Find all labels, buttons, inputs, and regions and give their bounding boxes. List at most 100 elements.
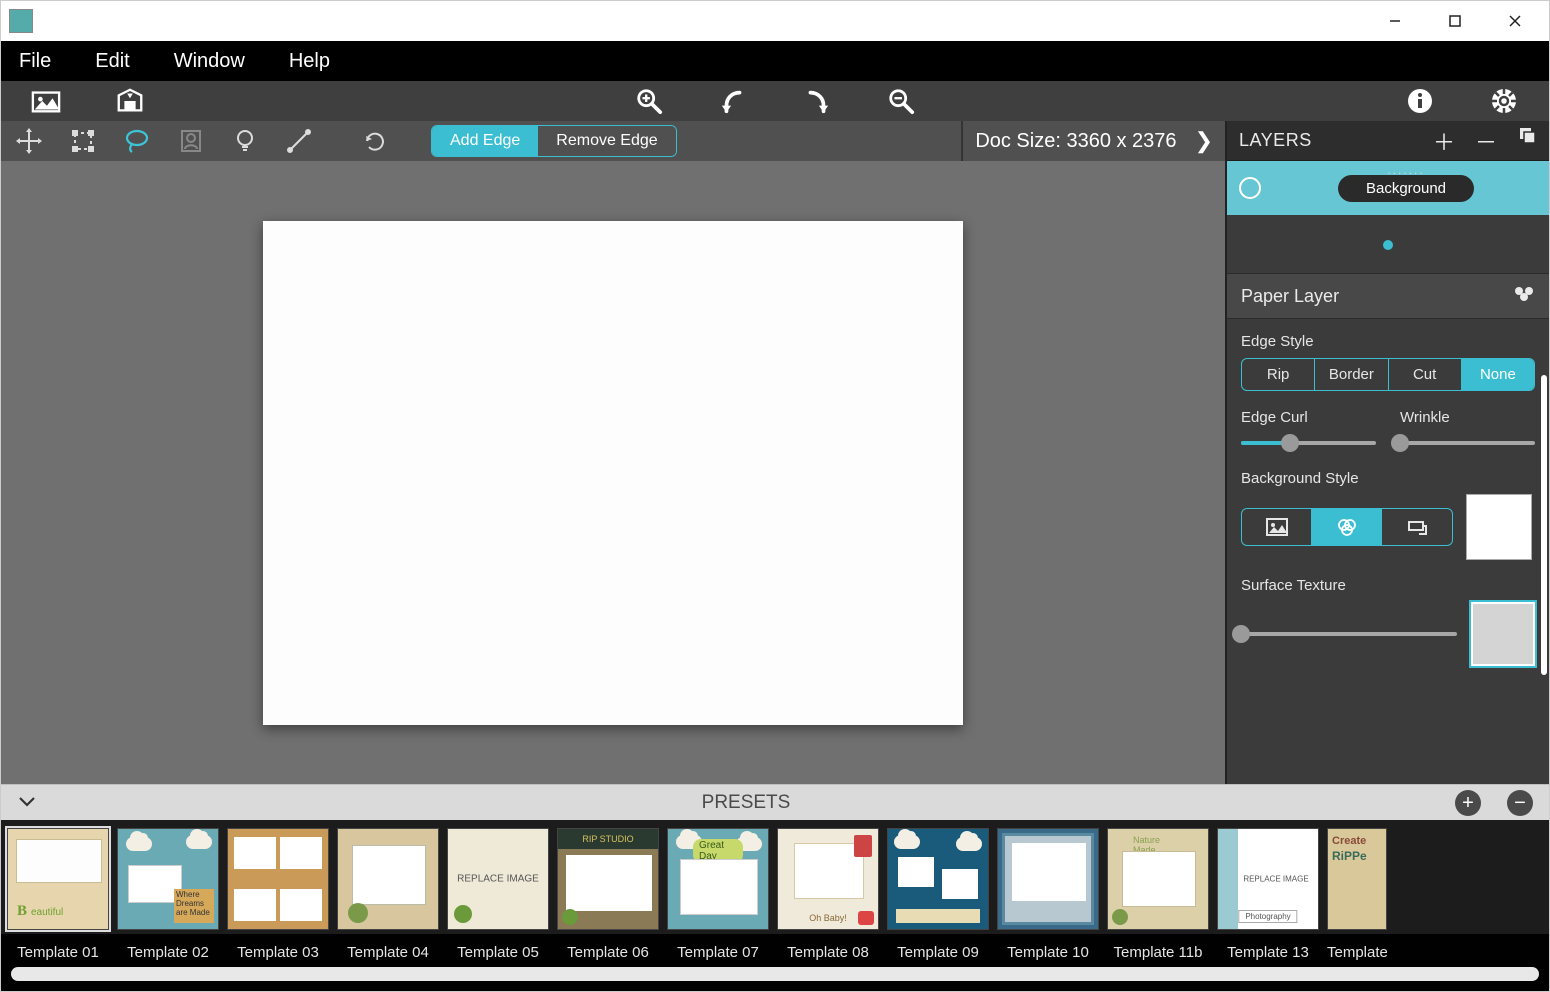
doc-size: Doc Size: 3360 x 2376 ❯ xyxy=(961,121,1225,161)
info-icon[interactable] xyxy=(1405,87,1435,115)
layers-actions: ＋ － xyxy=(1433,125,1537,157)
edge-curl-slider[interactable] xyxy=(1241,434,1376,452)
panel-menu-icon[interactable] xyxy=(1513,285,1535,308)
undo-icon[interactable] xyxy=(718,87,748,115)
preset-thumb[interactable] xyxy=(337,828,439,930)
edge-curl-label: Edge Curl xyxy=(1241,409,1376,426)
bg-color-swatch[interactable] xyxy=(1467,495,1531,559)
layer-label: Background xyxy=(1338,175,1474,202)
portrait-tool-icon[interactable] xyxy=(177,127,205,155)
menu-window[interactable]: Window xyxy=(174,50,245,73)
redo-icon[interactable] xyxy=(802,87,832,115)
bg-style-color[interactable] xyxy=(1312,509,1382,545)
menu-edit[interactable]: Edit xyxy=(95,50,129,73)
preset-thumb[interactable] xyxy=(227,828,329,930)
panel-section-header: Paper Layer xyxy=(1227,273,1549,319)
zoom-out-icon[interactable] xyxy=(886,87,916,115)
duplicate-layer-icon[interactable] xyxy=(1517,125,1537,157)
background-style-label: Background Style xyxy=(1241,470,1535,487)
titlebar xyxy=(1,1,1549,41)
maximize-button[interactable] xyxy=(1425,3,1485,39)
preset-thumb[interactable]: REPLACE IMAGE xyxy=(447,828,549,930)
bg-style-paint[interactable] xyxy=(1382,509,1452,545)
panel-body: Edge Style Rip Border Cut None Edge Curl xyxy=(1227,319,1549,686)
preset-label: Template 03 xyxy=(227,944,329,961)
preset-thumb[interactable] xyxy=(887,828,989,930)
panel-scrollbar[interactable] xyxy=(1541,375,1547,675)
surface-texture-slider[interactable] xyxy=(1241,625,1457,643)
add-layer-icon[interactable]: ＋ xyxy=(1433,125,1455,157)
preset-thumb[interactable]: Create RiPPe xyxy=(1327,828,1387,930)
doc-size-label: Doc Size: 3360 x 2376 xyxy=(975,130,1176,153)
preset-thumb[interactable]: RIP STUDIO xyxy=(557,828,659,930)
canvas-stage[interactable] xyxy=(1,161,1225,784)
paper-canvas[interactable] xyxy=(263,221,963,725)
presets-collapse-icon[interactable] xyxy=(17,791,37,814)
zoom-in-icon[interactable] xyxy=(634,87,664,115)
wrinkle-field: Wrinkle xyxy=(1400,409,1535,452)
lasso-tool-icon[interactable] xyxy=(123,127,151,155)
preset-thumb[interactable]: Nature Made xyxy=(1107,828,1209,930)
edge-style-label: Edge Style xyxy=(1241,333,1535,350)
preset-thumb[interactable] xyxy=(997,828,1099,930)
preset-label: Template 01 xyxy=(7,944,109,961)
layers-header: LAYERS ＋ － xyxy=(1227,121,1549,161)
move-tool-icon[interactable] xyxy=(15,127,43,155)
wrinkle-label: Wrinkle xyxy=(1400,409,1535,426)
menu-help[interactable]: Help xyxy=(289,50,330,73)
rotate-tool-icon[interactable] xyxy=(361,127,389,155)
edge-style-rip[interactable]: Rip xyxy=(1242,359,1315,390)
background-style-segment xyxy=(1241,508,1453,546)
lightbulb-tool-icon[interactable] xyxy=(231,127,259,155)
layer-item-background[interactable]: Background xyxy=(1227,161,1549,217)
menu-file[interactable]: File xyxy=(19,50,51,73)
tool-row: Add Edge Remove Edge Doc Size: 3360 x 23… xyxy=(1,121,1225,161)
settings-icon[interactable] xyxy=(1489,87,1519,115)
preset-thumb[interactable]: B eautiful xyxy=(7,828,109,930)
preset-thumb[interactable]: Where Dreams are Made xyxy=(117,828,219,930)
bg-style-image[interactable] xyxy=(1242,509,1312,545)
preset-label: Template 02 xyxy=(117,944,219,961)
preset-label: Template 13 xyxy=(1217,944,1319,961)
preset-thumb[interactable]: REPLACE IMAGE Photography xyxy=(1217,828,1319,930)
surface-texture-swatch[interactable] xyxy=(1471,602,1535,666)
presets-actions: + − xyxy=(1455,790,1533,816)
edge-style-none[interactable]: None xyxy=(1462,359,1534,390)
crop-tool-icon[interactable] xyxy=(69,127,97,155)
app-window: File Edit Window Help xyxy=(0,0,1550,992)
surface-texture-label: Surface Texture xyxy=(1241,577,1535,594)
layer-visibility-toggle[interactable] xyxy=(1239,177,1261,199)
presets-title: PRESETS xyxy=(702,792,791,814)
preset-scrollbar-area xyxy=(1,961,1549,991)
remove-layer-icon[interactable]: － xyxy=(1475,125,1497,157)
edge-style-border[interactable]: Border xyxy=(1315,359,1388,390)
open-image-icon[interactable] xyxy=(31,87,61,115)
preset-label: Template 09 xyxy=(887,944,989,961)
curl-wrinkle-row: Edge Curl Wrinkle xyxy=(1241,409,1535,452)
save-icon[interactable] xyxy=(115,87,145,115)
preset-label: Template 06 xyxy=(557,944,659,961)
layer-pager xyxy=(1227,217,1549,273)
preset-thumb[interactable]: Oh Baby! xyxy=(777,828,879,930)
panel-section-title: Paper Layer xyxy=(1241,286,1339,307)
close-button[interactable] xyxy=(1485,3,1545,39)
edge-style-cut[interactable]: Cut xyxy=(1389,359,1462,390)
titlebar-left xyxy=(9,9,33,33)
toolbar-right-group xyxy=(1405,87,1519,115)
wrinkle-slider[interactable] xyxy=(1400,434,1535,452)
app-icon xyxy=(9,9,33,33)
preset-thumb[interactable]: Great Day xyxy=(667,828,769,930)
preset-scrollbar[interactable] xyxy=(11,967,1539,981)
minimize-button[interactable] xyxy=(1365,3,1425,39)
menubar: File Edit Window Help xyxy=(1,41,1549,81)
preset-label: Template 05 xyxy=(447,944,549,961)
remove-edge-button[interactable]: Remove Edge xyxy=(538,126,675,156)
add-preset-button[interactable]: + xyxy=(1455,790,1481,816)
add-edge-button[interactable]: Add Edge xyxy=(432,126,538,156)
edge-style-field: Edge Style Rip Border Cut None xyxy=(1241,333,1535,391)
expand-doc-size-icon[interactable]: ❯ xyxy=(1195,128,1213,154)
line-tool-icon[interactable] xyxy=(285,127,313,155)
edge-curl-field: Edge Curl xyxy=(1241,409,1376,452)
remove-preset-button[interactable]: − xyxy=(1507,790,1533,816)
layers-title: LAYERS xyxy=(1239,130,1312,151)
